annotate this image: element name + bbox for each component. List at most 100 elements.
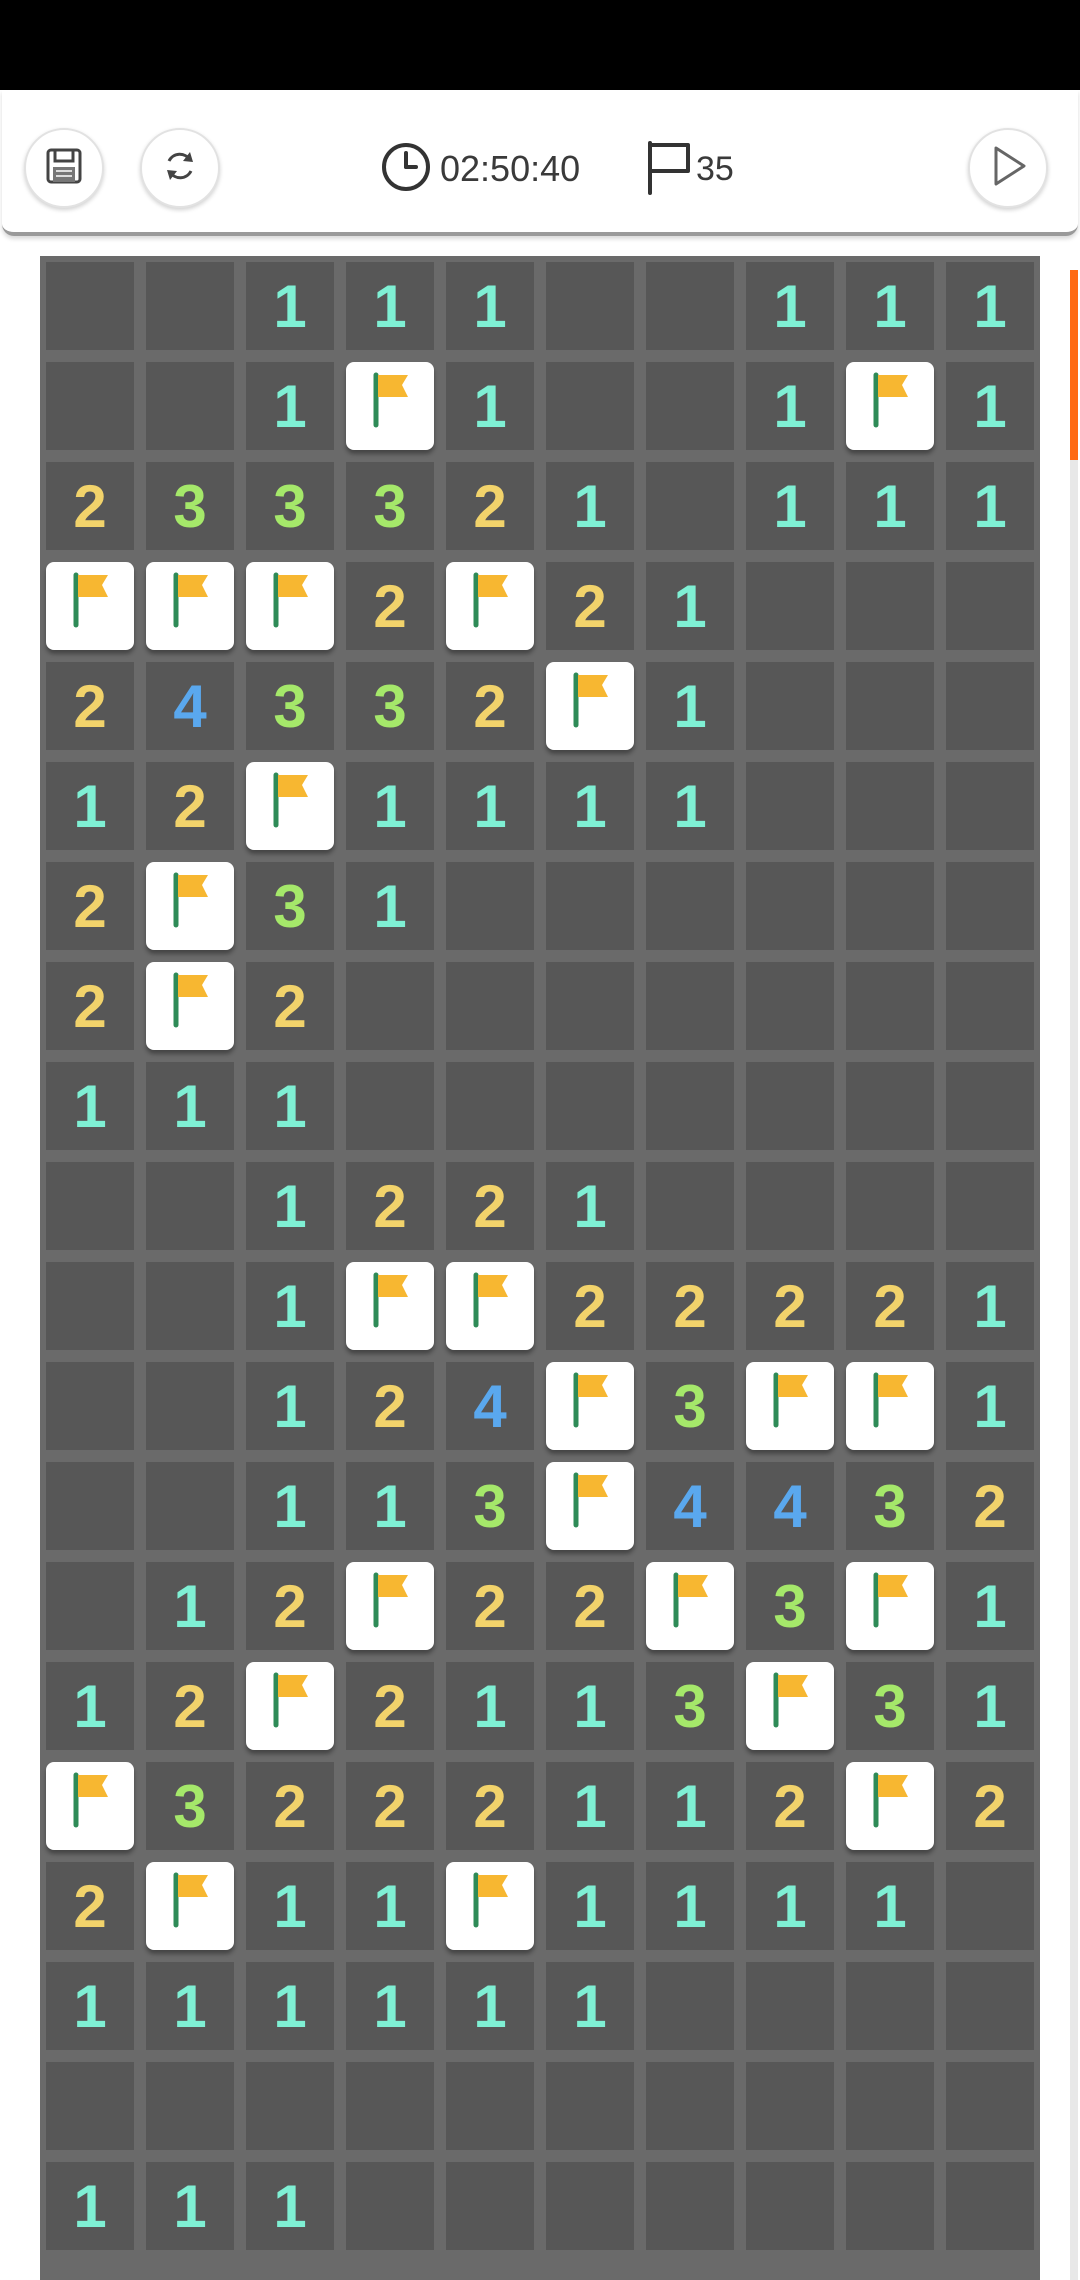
scrollbar[interactable] bbox=[1070, 270, 1078, 2280]
flagged-cell[interactable] bbox=[540, 656, 640, 756]
revealed-empty-cell[interactable] bbox=[940, 756, 1040, 856]
revealed-empty-cell[interactable] bbox=[40, 1556, 140, 1656]
revealed-empty-cell[interactable] bbox=[540, 256, 640, 356]
save-button[interactable] bbox=[24, 128, 104, 208]
revealed-number-cell[interactable]: 1 bbox=[540, 1956, 640, 2056]
flagged-cell[interactable] bbox=[340, 1256, 440, 1356]
revealed-number-cell[interactable]: 3 bbox=[640, 1656, 740, 1756]
revealed-number-cell[interactable]: 3 bbox=[140, 456, 240, 556]
revealed-empty-cell[interactable] bbox=[740, 656, 840, 756]
revealed-empty-cell[interactable] bbox=[640, 2156, 740, 2256]
revealed-number-cell[interactable]: 1 bbox=[540, 1156, 640, 1256]
revealed-number-cell[interactable]: 1 bbox=[840, 1856, 940, 1956]
revealed-empty-cell[interactable] bbox=[640, 1156, 740, 1256]
revealed-number-cell[interactable]: 1 bbox=[840, 256, 940, 356]
flagged-cell[interactable] bbox=[840, 1556, 940, 1656]
revealed-number-cell[interactable]: 1 bbox=[540, 456, 640, 556]
revealed-empty-cell[interactable] bbox=[140, 1356, 240, 1456]
revealed-empty-cell[interactable] bbox=[640, 356, 740, 456]
revealed-empty-cell[interactable] bbox=[40, 2056, 140, 2156]
revealed-empty-cell[interactable] bbox=[840, 2156, 940, 2256]
revealed-number-cell[interactable]: 3 bbox=[340, 656, 440, 756]
revealed-number-cell[interactable]: 2 bbox=[440, 1756, 540, 1856]
flagged-cell[interactable] bbox=[440, 556, 540, 656]
revealed-empty-cell[interactable] bbox=[940, 2056, 1040, 2156]
revealed-number-cell[interactable]: 2 bbox=[440, 456, 540, 556]
revealed-empty-cell[interactable] bbox=[640, 2056, 740, 2156]
revealed-number-cell[interactable]: 2 bbox=[40, 956, 140, 1056]
revealed-number-cell[interactable]: 3 bbox=[440, 1456, 540, 1556]
revealed-number-cell[interactable]: 1 bbox=[340, 856, 440, 956]
revealed-number-cell[interactable]: 2 bbox=[240, 1556, 340, 1656]
flagged-cell[interactable] bbox=[540, 1456, 640, 1556]
flagged-cell[interactable] bbox=[140, 556, 240, 656]
revealed-number-cell[interactable]: 1 bbox=[440, 356, 540, 456]
flagged-cell[interactable] bbox=[140, 1856, 240, 1956]
flagged-cell[interactable] bbox=[440, 1256, 540, 1356]
revealed-empty-cell[interactable] bbox=[940, 956, 1040, 1056]
revealed-empty-cell[interactable] bbox=[540, 2156, 640, 2256]
revealed-empty-cell[interactable] bbox=[40, 256, 140, 356]
revealed-number-cell[interactable]: 2 bbox=[240, 1756, 340, 1856]
revealed-number-cell[interactable]: 3 bbox=[240, 856, 340, 956]
revealed-number-cell[interactable]: 2 bbox=[40, 656, 140, 756]
revealed-number-cell[interactable]: 4 bbox=[440, 1356, 540, 1456]
revealed-empty-cell[interactable] bbox=[340, 2056, 440, 2156]
revealed-number-cell[interactable]: 4 bbox=[740, 1456, 840, 1556]
revealed-number-cell[interactable]: 1 bbox=[140, 2156, 240, 2256]
revealed-number-cell[interactable]: 1 bbox=[40, 1956, 140, 2056]
revealed-number-cell[interactable]: 1 bbox=[640, 1756, 740, 1856]
scrollbar-thumb[interactable] bbox=[1070, 270, 1078, 460]
revealed-empty-cell[interactable] bbox=[640, 856, 740, 956]
revealed-number-cell[interactable]: 2 bbox=[440, 656, 540, 756]
flagged-cell[interactable] bbox=[340, 1556, 440, 1656]
revealed-number-cell[interactable]: 1 bbox=[640, 1856, 740, 1956]
revealed-empty-cell[interactable] bbox=[740, 1156, 840, 1256]
revealed-number-cell[interactable]: 1 bbox=[340, 1956, 440, 2056]
revealed-number-cell[interactable]: 3 bbox=[240, 456, 340, 556]
revealed-number-cell[interactable]: 1 bbox=[640, 556, 740, 656]
revealed-number-cell[interactable]: 2 bbox=[740, 1256, 840, 1356]
revealed-empty-cell[interactable] bbox=[40, 1456, 140, 1556]
flagged-cell[interactable] bbox=[440, 1856, 540, 1956]
flagged-cell[interactable] bbox=[540, 1356, 640, 1456]
flagged-cell[interactable] bbox=[840, 356, 940, 456]
revealed-empty-cell[interactable] bbox=[840, 756, 940, 856]
revealed-empty-cell[interactable] bbox=[840, 956, 940, 1056]
revealed-number-cell[interactable]: 2 bbox=[340, 1756, 440, 1856]
revealed-empty-cell[interactable] bbox=[40, 356, 140, 456]
revealed-number-cell[interactable]: 2 bbox=[140, 1656, 240, 1756]
revealed-empty-cell[interactable] bbox=[240, 2056, 340, 2156]
revealed-empty-cell[interactable] bbox=[740, 756, 840, 856]
revealed-empty-cell[interactable] bbox=[740, 956, 840, 1056]
flagged-cell[interactable] bbox=[340, 356, 440, 456]
revealed-number-cell[interactable]: 1 bbox=[340, 1856, 440, 1956]
revealed-number-cell[interactable]: 1 bbox=[40, 1056, 140, 1156]
revealed-empty-cell[interactable] bbox=[40, 1356, 140, 1456]
revealed-empty-cell[interactable] bbox=[440, 2156, 540, 2256]
revealed-empty-cell[interactable] bbox=[440, 856, 540, 956]
revealed-empty-cell[interactable] bbox=[140, 1456, 240, 1556]
revealed-number-cell[interactable]: 2 bbox=[340, 1656, 440, 1756]
revealed-number-cell[interactable]: 2 bbox=[340, 1156, 440, 1256]
revealed-number-cell[interactable]: 1 bbox=[240, 2156, 340, 2256]
revealed-number-cell[interactable]: 1 bbox=[840, 456, 940, 556]
revealed-empty-cell[interactable] bbox=[840, 1956, 940, 2056]
flagged-cell[interactable] bbox=[140, 856, 240, 956]
revealed-number-cell[interactable]: 2 bbox=[340, 556, 440, 656]
revealed-number-cell[interactable]: 1 bbox=[240, 1456, 340, 1556]
flagged-cell[interactable] bbox=[240, 556, 340, 656]
revealed-number-cell[interactable]: 1 bbox=[140, 1956, 240, 2056]
revealed-number-cell[interactable]: 2 bbox=[340, 1356, 440, 1456]
revealed-number-cell[interactable]: 1 bbox=[240, 1956, 340, 2056]
revealed-number-cell[interactable]: 3 bbox=[840, 1456, 940, 1556]
revealed-empty-cell[interactable] bbox=[940, 1956, 1040, 2056]
revealed-empty-cell[interactable] bbox=[340, 1056, 440, 1156]
flagged-cell[interactable] bbox=[840, 1356, 940, 1456]
revealed-number-cell[interactable]: 3 bbox=[840, 1656, 940, 1756]
flagged-cell[interactable] bbox=[40, 556, 140, 656]
revealed-empty-cell[interactable] bbox=[740, 556, 840, 656]
revealed-empty-cell[interactable] bbox=[640, 256, 740, 356]
play-button[interactable] bbox=[968, 128, 1048, 208]
revealed-number-cell[interactable]: 1 bbox=[540, 1656, 640, 1756]
